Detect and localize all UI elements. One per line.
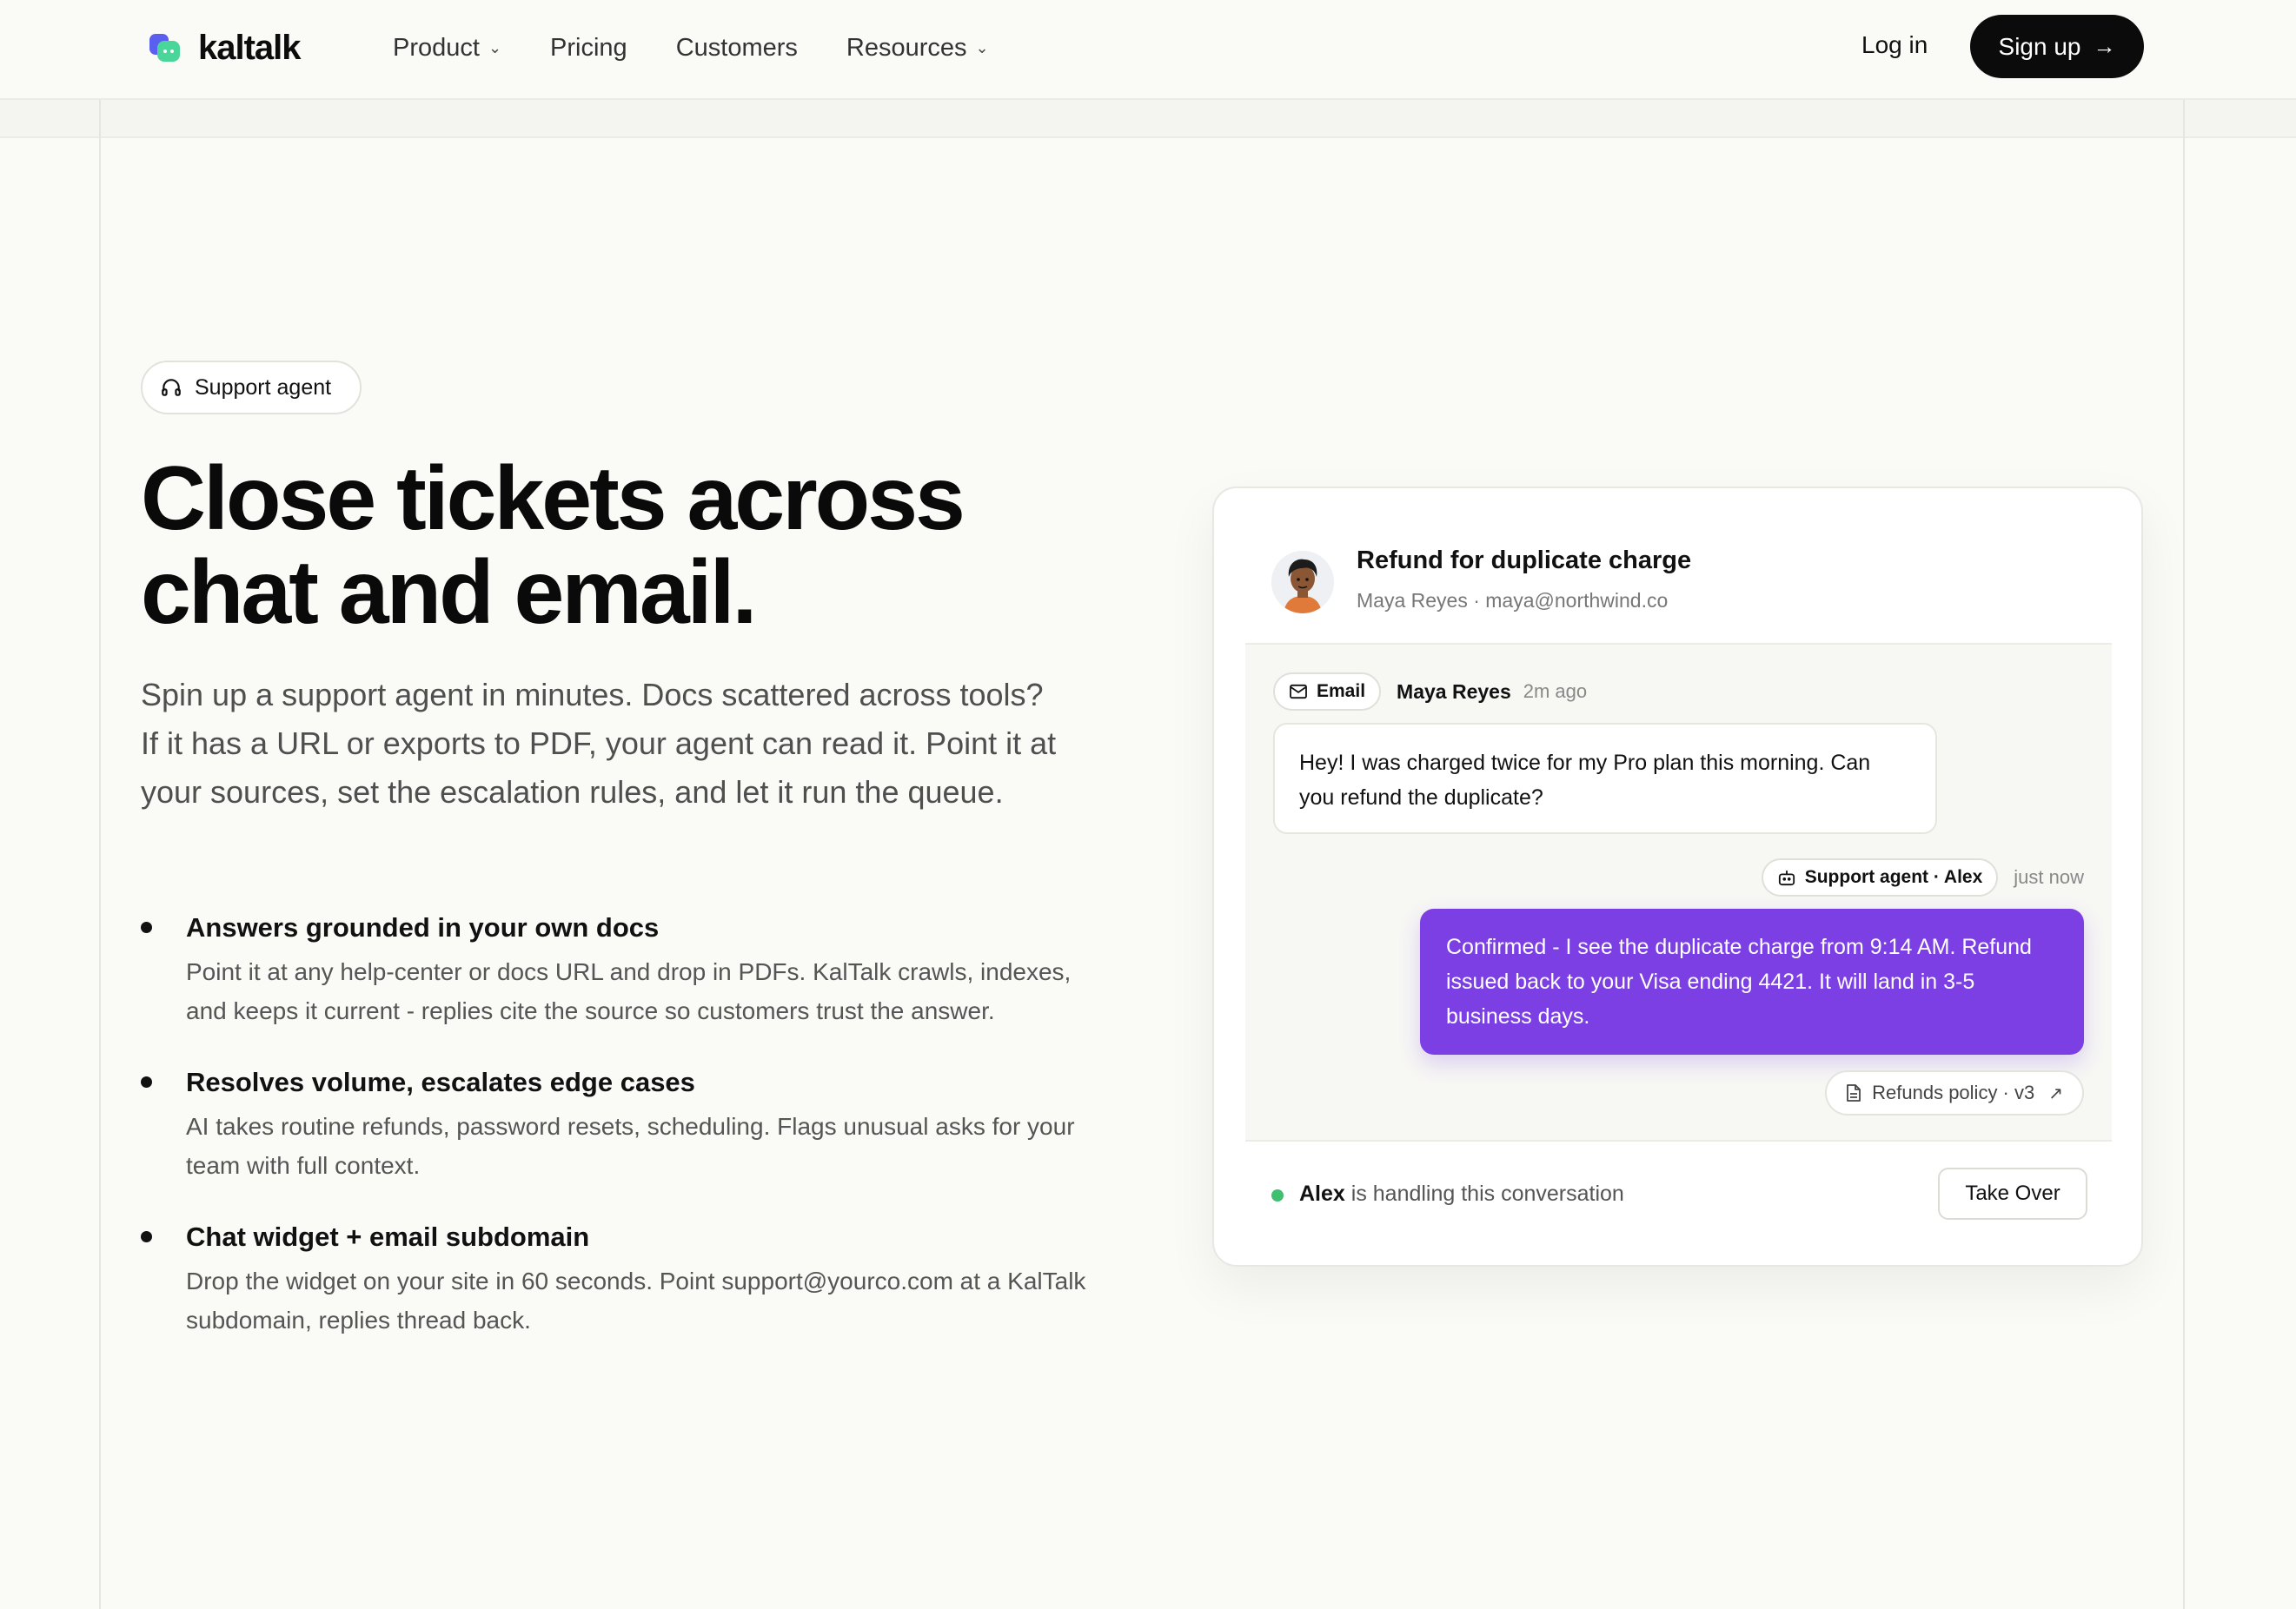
agent-label: Support agent · Alex [1804,867,1983,887]
nav-item-label: Pricing [550,33,627,62]
nav-item-product[interactable]: Product ⌄ [393,34,501,63]
login-link[interactable]: Log in [1861,31,1928,59]
section-divider-band [0,100,2296,138]
chevron-down-icon: ⌄ [975,38,989,56]
headline-line: chat and email. [141,542,757,643]
feature-body: Point it at any help-center or docs URL … [186,958,1072,1024]
conversation-thread: Email Maya Reyes 2m ago Hey! I was charg… [1245,643,2112,1142]
bot-icon [1778,870,1795,886]
nav-item-pricing[interactable]: Pricing [550,34,627,63]
chat-bubbles-icon [148,30,182,65]
ticket-header: Refund for duplicate charge Maya Reyes ·… [1214,488,2141,645]
frame-line-left [99,100,101,1609]
bullet-icon [141,1231,152,1242]
headline-line: Close tickets across [141,448,966,549]
nav-item-label: Customers [675,33,798,62]
nav-item-resources[interactable]: Resources ⌄ [846,34,989,63]
agent-badge: Support agent · Alex [1761,858,1999,897]
support-agent-pill: Support agent [141,361,362,414]
mail-icon [1290,684,1307,699]
ticket-customer: Maya Reyes · maya@northwind.co [1357,589,1669,612]
feature-list: Answers grounded in your own docs Point … [141,909,1088,1373]
document-icon [1847,1084,1861,1102]
sender-name: Maya Reyes [1397,679,1511,703]
bullet-icon [141,1076,152,1088]
feature-item: Resolves volume, escalates edge cases AI… [141,1063,1088,1185]
ticket-card: Refund for duplicate charge Maya Reyes ·… [1212,487,2143,1267]
handler-status: Alex is handling this conversation [1299,1182,1624,1207]
chevron-down-icon: ⌄ [488,38,502,56]
page-headline: Close tickets across chat and email. [141,452,1097,639]
feature-item: Answers grounded in your own docs Point … [141,909,1088,1030]
message-time: 2m ago [1523,680,1588,702]
bullet-icon [141,922,152,933]
agent-message: Confirmed - I see the duplicate charge f… [1420,909,2084,1055]
arrow-right-icon: → [2093,33,2116,59]
feature-body: AI takes routine refunds, password reset… [186,1113,1075,1179]
feature-item: Chat widget + email subdomain Drop the w… [141,1218,1088,1340]
headphones-icon [162,379,181,396]
feature-title: Resolves volume, escalates edge cases [186,1067,695,1097]
hero-description: Spin up a support agent in minutes. Docs… [141,677,1057,810]
brand-name: kaltalk [198,28,302,67]
feature-title: Chat widget + email subdomain [186,1222,590,1252]
top-nav: kaltalk Product ⌄ Pricing Customers Reso… [0,0,2296,100]
nav-item-label: Product [393,33,480,62]
feature-body: Drop the widget on your site in 60 secon… [186,1268,1086,1334]
take-over-button[interactable]: Take Over [1938,1168,2087,1220]
channel-badge: Email [1273,672,1382,711]
nav-item-customers[interactable]: Customers [676,34,798,63]
external-link-icon: ↗ [2048,1083,2063,1103]
nav-item-label: Resources [846,33,967,62]
status-dot-icon [1271,1189,1284,1202]
handler-status-bar: Alex is handling this conversation Take … [1271,1168,2087,1223]
channel-label: Email [1317,681,1366,701]
source-citation-chip[interactable]: Refunds policy · v3 ↗ [1825,1070,2084,1116]
brand-logo[interactable]: kaltalk [148,26,302,70]
main-menu: Product ⌄ Pricing Customers Resources ⌄ [393,0,1038,96]
signup-label: Sign up [1998,32,2081,60]
feature-title: Answers grounded in your own docs [186,912,660,943]
customer-message-meta: Email Maya Reyes 2m ago [1273,672,1587,711]
source-label: Refunds policy · v3 [1872,1082,2035,1103]
customer-avatar [1271,551,1334,613]
handler-text: is handling this conversation [1344,1182,1624,1206]
pill-label: Support agent [195,374,332,400]
customer-message: Hey! I was charged twice for my Pro plan… [1273,723,1937,834]
frame-line-right [2183,100,2185,1609]
agent-message-meta: Support agent · Alex just now [1761,858,2084,897]
message-time: just now [2014,866,2084,888]
ticket-title: Refund for duplicate charge [1357,546,1692,574]
handler-name: Alex [1299,1182,1345,1206]
signup-button[interactable]: Sign up → [1970,15,2144,78]
